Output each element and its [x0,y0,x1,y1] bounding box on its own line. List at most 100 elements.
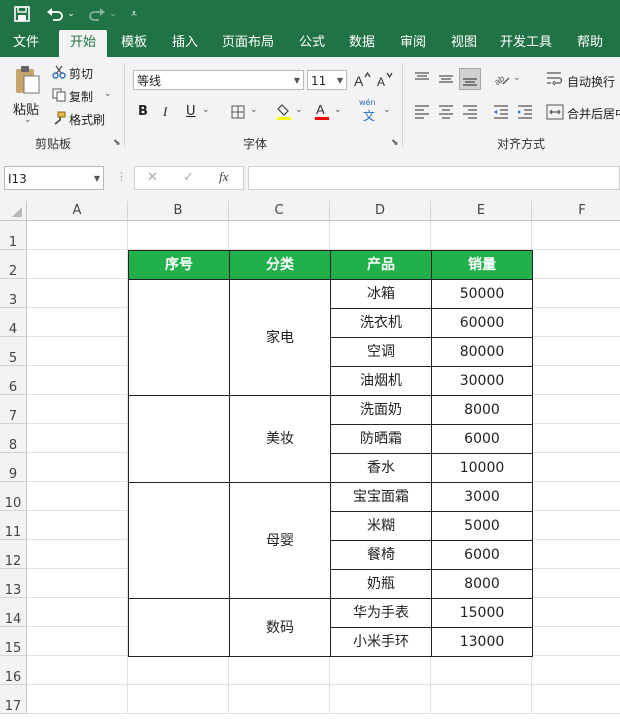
undo-dropdown-icon[interactable]: ⌄ [66,4,76,24]
redo-icon[interactable] [86,4,108,27]
column-header-d[interactable]: D [330,201,431,221]
align-center-icon[interactable] [437,104,455,123]
tab-insert[interactable]: 插入 [163,30,207,57]
copy-dropdown-icon[interactable]: ⌄ [104,89,112,99]
orientation-icon[interactable]: ab [492,70,511,91]
font-color-dropdown-icon[interactable]: ⌄ [334,105,342,115]
row-header[interactable]: 4 [0,308,27,337]
column-header-a[interactable]: A [27,201,128,221]
sales-cell[interactable]: 10000 [431,453,532,482]
row-header[interactable]: 5 [0,337,27,366]
index-cell[interactable] [128,395,229,482]
font-launcher-icon[interactable]: ⬊ [391,138,399,148]
align-bottom-icon[interactable] [459,68,481,90]
name-box[interactable]: I13 ▼ [4,166,104,190]
wrap-text-icon[interactable] [546,71,564,90]
row-header[interactable]: 15 [0,627,27,656]
table-header-cell[interactable]: 产品 [330,250,431,279]
italic-button[interactable]: I [163,104,167,120]
fill-color-icon[interactable] [275,101,293,124]
underline-button[interactable]: U [186,104,196,119]
paste-dropdown-icon[interactable]: ⌄ [24,115,32,125]
tab-formulas[interactable]: 公式 [290,30,334,57]
row-header[interactable]: 12 [0,540,27,569]
row-header[interactable]: 6 [0,366,27,395]
row-header[interactable]: 1 [0,221,27,250]
product-cell[interactable]: 冰箱 [330,279,431,308]
select-all-corner[interactable] [0,201,27,221]
tab-page-layout[interactable]: 页面布局 [216,30,280,57]
align-top-icon[interactable] [413,70,431,91]
cancel-entry-icon[interactable]: ✕ [147,170,158,185]
underline-dropdown-icon[interactable]: ⌄ [202,105,210,115]
index-cell[interactable] [128,279,229,395]
save-icon[interactable] [12,4,32,27]
confirm-entry-icon[interactable]: ✓ [183,170,194,185]
row-header[interactable]: 10 [0,482,27,511]
font-name-combo[interactable]: 等线 ▼ [133,70,304,90]
phonetic-dropdown-icon[interactable]: ⌄ [383,105,391,115]
tab-review[interactable]: 审阅 [391,30,435,57]
tab-help[interactable]: 帮助 [568,30,612,57]
category-cell[interactable]: 家电 [229,279,330,395]
category-cell[interactable]: 美妆 [229,395,330,482]
decrease-font-size-icon[interactable]: A [376,72,394,91]
fill-color-dropdown-icon[interactable]: ⌄ [295,105,303,115]
align-left-icon[interactable] [413,104,431,123]
borders-icon[interactable] [231,105,245,122]
product-cell[interactable]: 餐椅 [330,540,431,569]
column-header-c[interactable]: C [229,201,330,221]
product-cell[interactable]: 宝宝面霜 [330,482,431,511]
paste-icon[interactable] [14,65,42,98]
sales-cell[interactable]: 80000 [431,337,532,366]
font-color-icon[interactable]: A [313,101,331,124]
row-header[interactable]: 9 [0,453,27,482]
copy-icon[interactable] [52,88,66,105]
cut-icon[interactable] [52,65,66,82]
product-cell[interactable]: 华为手表 [330,598,431,627]
name-box-dropdown-icon[interactable]: ▼ [94,167,100,191]
product-cell[interactable]: 洗衣机 [330,308,431,337]
sales-cell[interactable]: 30000 [431,366,532,395]
format-painter-icon[interactable] [52,111,66,128]
phonetic-guide-icon[interactable]: 文 [363,107,375,124]
product-cell[interactable]: 奶瓶 [330,569,431,598]
sales-cell[interactable]: 6000 [431,424,532,453]
row-header[interactable]: 13 [0,569,27,598]
row-header[interactable]: 11 [0,511,27,540]
font-size-combo[interactable]: 11 ▼ [307,70,347,90]
clipboard-launcher-icon[interactable]: ⬊ [113,138,121,148]
product-cell[interactable]: 米糊 [330,511,431,540]
merge-center-icon[interactable] [546,104,564,123]
align-middle-icon[interactable] [437,70,455,91]
row-header[interactable]: 17 [0,685,27,714]
row-header[interactable]: 14 [0,598,27,627]
font-size-dropdown-icon[interactable]: ▼ [337,71,343,91]
worksheet-grid[interactable]: A B C D E F 1 2 3 4 5 6 7 8 9 10 11 12 13 14 15 16 17 序号分… [0,201,620,714]
sales-cell[interactable]: 8000 [431,569,532,598]
category-cell[interactable]: 数码 [229,598,330,656]
formula-input[interactable] [248,166,620,190]
row-header[interactable]: 2 [0,250,27,279]
sales-cell[interactable]: 3000 [431,482,532,511]
phonetic-guide-top[interactable]: wén [359,98,376,107]
product-cell[interactable]: 洗面奶 [330,395,431,424]
redo-dropdown-icon[interactable]: ⌄ [108,4,118,24]
sales-cell[interactable]: 6000 [431,540,532,569]
tab-view[interactable]: 视图 [442,30,486,57]
row-header[interactable]: 8 [0,424,27,453]
format-painter-label[interactable]: 格式刷 [69,111,105,128]
sales-cell[interactable]: 8000 [431,395,532,424]
product-cell[interactable]: 油烟机 [330,366,431,395]
tab-home[interactable]: 开始 [59,30,107,57]
wrap-text-label[interactable]: 自动换行 [567,73,615,90]
insert-function-icon[interactable]: fx [219,169,228,185]
index-cell[interactable] [128,598,229,656]
product-cell[interactable]: 空调 [330,337,431,366]
undo-icon[interactable] [44,4,66,27]
product-cell[interactable]: 香水 [330,453,431,482]
increase-indent-icon[interactable] [516,104,534,123]
tab-data[interactable]: 数据 [340,30,384,57]
product-cell[interactable]: 小米手环 [330,627,431,656]
increase-font-size-icon[interactable]: A [353,71,371,91]
